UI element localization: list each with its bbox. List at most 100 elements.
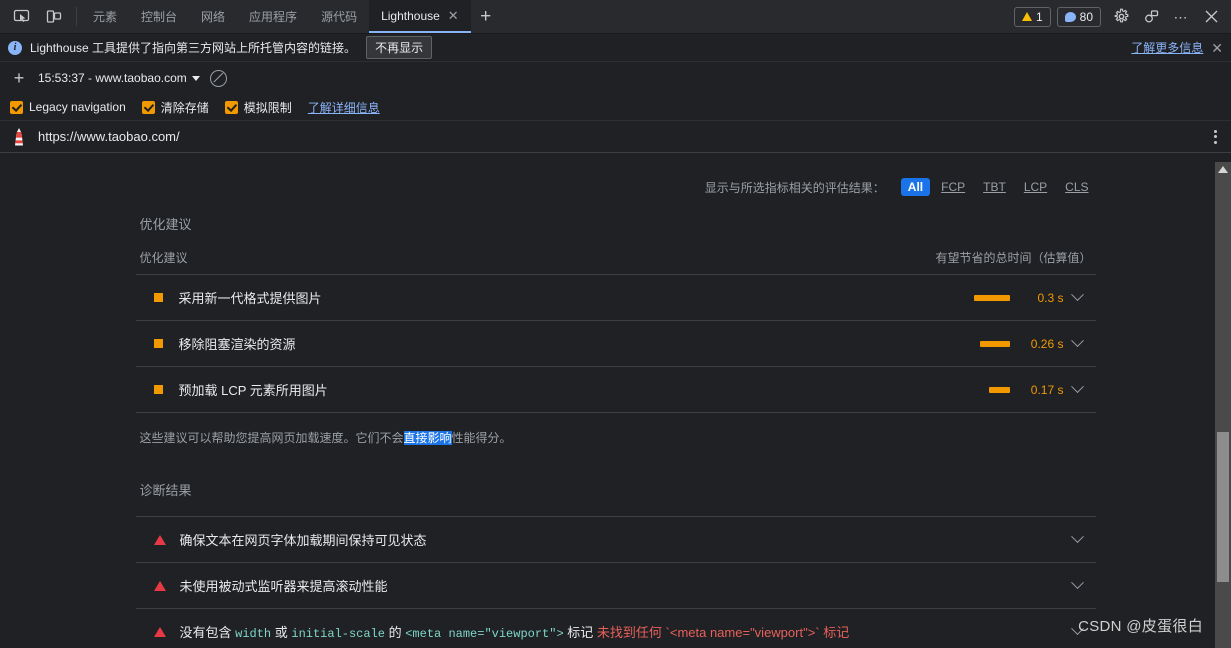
seg-code: width: [235, 627, 272, 641]
toolbar-divider: [76, 7, 77, 26]
info-banner: i Lighthouse 工具提供了指向第三方网站上所托管内容的链接。 不再显示…: [0, 34, 1231, 62]
savings-bar-wrap: [918, 386, 1010, 393]
banner-actions: 了解更多信息 ✕: [1131, 39, 1223, 56]
learn-more-link[interactable]: 了解更多信息: [1131, 39, 1203, 56]
filter-chip-cls[interactable]: CLS: [1058, 178, 1095, 196]
audit-title: 采用新一代格式提供图片: [178, 291, 322, 306]
opportunities-table-header: 优化建议 有望节省的总时间（估算值）: [135, 233, 1096, 275]
audit-title: 确保文本在网页字体加载期间保持可见状态: [179, 533, 427, 548]
savings-bar: [979, 340, 1010, 347]
gear-icon[interactable]: [1107, 4, 1135, 30]
scrollbar-thumb[interactable]: [1217, 432, 1229, 582]
inspect-icon[interactable]: [8, 5, 34, 29]
options-learn-more-link[interactable]: 了解详细信息: [308, 99, 380, 116]
warning-square-icon: [153, 385, 163, 394]
more-options-icon[interactable]: ⋯: [1167, 4, 1195, 30]
close-banner-icon[interactable]: ✕: [1211, 41, 1223, 55]
option-label: 模拟限制: [243, 100, 292, 115]
savings-value: 0.3 s: [1037, 290, 1064, 305]
warning-square-icon: [153, 339, 163, 348]
chevron-down-icon[interactable]: [1064, 339, 1092, 348]
filter-chip-tbt[interactable]: TBT: [976, 178, 1013, 196]
warning-square-icon: [153, 293, 163, 302]
tab-label: 源代码: [321, 10, 358, 24]
seg-code: <meta name="viewport">: [405, 627, 564, 641]
savings-bar: [973, 294, 1010, 301]
warning-count-badge[interactable]: 1: [1013, 6, 1051, 27]
tab-label: 应用程序: [249, 10, 298, 24]
tab-lighthouse[interactable]: Lighthouse ✕: [369, 0, 471, 33]
clear-reports-icon[interactable]: [209, 69, 227, 87]
device-toolbar-icon[interactable]: [40, 5, 66, 29]
opportunity-row[interactable]: 采用新一代格式提供图片 0.3 s: [135, 275, 1096, 321]
note-link[interactable]: 直接影响: [403, 431, 452, 445]
chevron-down-icon[interactable]: [1064, 293, 1092, 302]
tab-sources[interactable]: 源代码: [309, 0, 369, 33]
checkbox-icon[interactable]: [141, 100, 155, 114]
chevron-down-icon[interactable]: [1064, 581, 1092, 590]
col-header-savings: 有望节省的总时间（估算值）: [935, 251, 1092, 265]
info-icon: i: [8, 40, 22, 55]
audit-title: 移除阻塞渲染的资源: [178, 337, 296, 352]
tab-console[interactable]: 控制台: [129, 0, 189, 33]
tab-application[interactable]: 应用程序: [237, 0, 309, 33]
audit-title: 未使用被动式监听器来提高滚动性能: [179, 579, 388, 594]
report-content: 显示与所选指标相关的评估结果： All FCP TBT LCP CLS 优化建议…: [135, 162, 1096, 648]
scroll-up-arrow-icon[interactable]: [1218, 166, 1228, 173]
opportunities-heading: 优化建议: [139, 217, 192, 232]
chevron-down-icon: [191, 75, 200, 81]
note-text-before: 这些建议可以帮助您提高网页加载速度。它们不会: [139, 431, 404, 445]
diagnostics-heading: 诊断结果: [139, 483, 192, 498]
vertical-dots-icon[interactable]: [1206, 129, 1225, 144]
new-report-icon[interactable]: +: [10, 69, 28, 87]
diagnostic-row[interactable]: 没有包含 width 或 initial-scale 的 <meta name=…: [136, 609, 1096, 648]
devtools-toolbar-right: 1 80 ⋯: [1013, 0, 1231, 33]
lighthouse-options-row: Legacy navigation 清除存储 模拟限制 了解详细信息: [0, 94, 1231, 120]
tab-label: 网络: [201, 10, 226, 24]
diagnostic-row[interactable]: 确保文本在网页字体加载期间保持可见状态: [135, 517, 1096, 563]
seg-plain: 没有包含: [179, 625, 236, 640]
dot: [1214, 135, 1217, 138]
opportunity-row[interactable]: 预加载 LCP 元素所用图片 0.17 s: [135, 367, 1096, 413]
error-triangle-icon: [153, 580, 166, 591]
option-legacy-navigation[interactable]: Legacy navigation: [10, 100, 126, 114]
seg-plain: 的: [385, 625, 406, 640]
more-dots: ⋯: [1173, 8, 1189, 25]
checkbox-icon[interactable]: [224, 100, 238, 114]
chevron-down-icon[interactable]: [1064, 627, 1092, 636]
dot: [1214, 140, 1217, 144]
diagnostic-row[interactable]: 未使用被动式监听器来提高滚动性能: [135, 563, 1096, 609]
add-panel-icon[interactable]: +: [471, 0, 501, 33]
warning-count: 1: [1035, 9, 1043, 24]
diagnostics-table-header: [135, 499, 1096, 517]
tab-label: 元素: [93, 10, 118, 24]
tab-network[interactable]: 网络: [189, 0, 237, 33]
dock-settings-icon[interactable]: [1137, 4, 1165, 30]
metric-filter-row: 显示与所选指标相关的评估结果： All FCP TBT LCP CLS: [136, 162, 1096, 202]
close-devtools-icon[interactable]: [1197, 4, 1225, 30]
opportunity-row[interactable]: 移除阻塞渲染的资源 0.26 s: [135, 321, 1096, 367]
lighthouse-report: 显示与所选指标相关的评估结果： All FCP TBT LCP CLS 优化建议…: [0, 162, 1231, 648]
filter-chip-all[interactable]: All: [900, 178, 931, 196]
opportunities-note: 这些建议可以帮助您提高网页加载速度。它们不会直接影响性能得分。: [136, 413, 1096, 446]
filter-chip-fcp[interactable]: FCP: [934, 178, 972, 196]
savings-value: 0.26 s: [1030, 336, 1064, 351]
seg-error: 未找到任何 `<meta name="viewport">` 标记: [596, 625, 850, 640]
filter-chip-lcp[interactable]: LCP: [1017, 178, 1054, 196]
chevron-down-icon[interactable]: [1064, 385, 1092, 394]
tab-elements[interactable]: 元素: [81, 0, 129, 33]
message-count: 80: [1079, 9, 1093, 24]
message-count-badge[interactable]: 80: [1056, 6, 1101, 27]
report-url: https://www.taobao.com/: [38, 129, 180, 144]
savings-bar-wrap: [918, 294, 1010, 301]
dismiss-banner-button[interactable]: 不再显示: [366, 36, 433, 59]
chevron-down-icon[interactable]: [1064, 535, 1092, 544]
option-label: Legacy navigation: [29, 100, 126, 114]
close-icon[interactable]: ✕: [448, 9, 459, 22]
option-clear-storage[interactable]: 清除存储: [141, 99, 209, 116]
option-simulated-throttling[interactable]: 模拟限制: [224, 99, 292, 116]
dot: [1214, 129, 1217, 133]
report-selector[interactable]: 15:53:37 - www.taobao.com: [38, 71, 200, 85]
report-scrollbar[interactable]: [1215, 162, 1231, 648]
checkbox-icon[interactable]: [10, 100, 23, 114]
